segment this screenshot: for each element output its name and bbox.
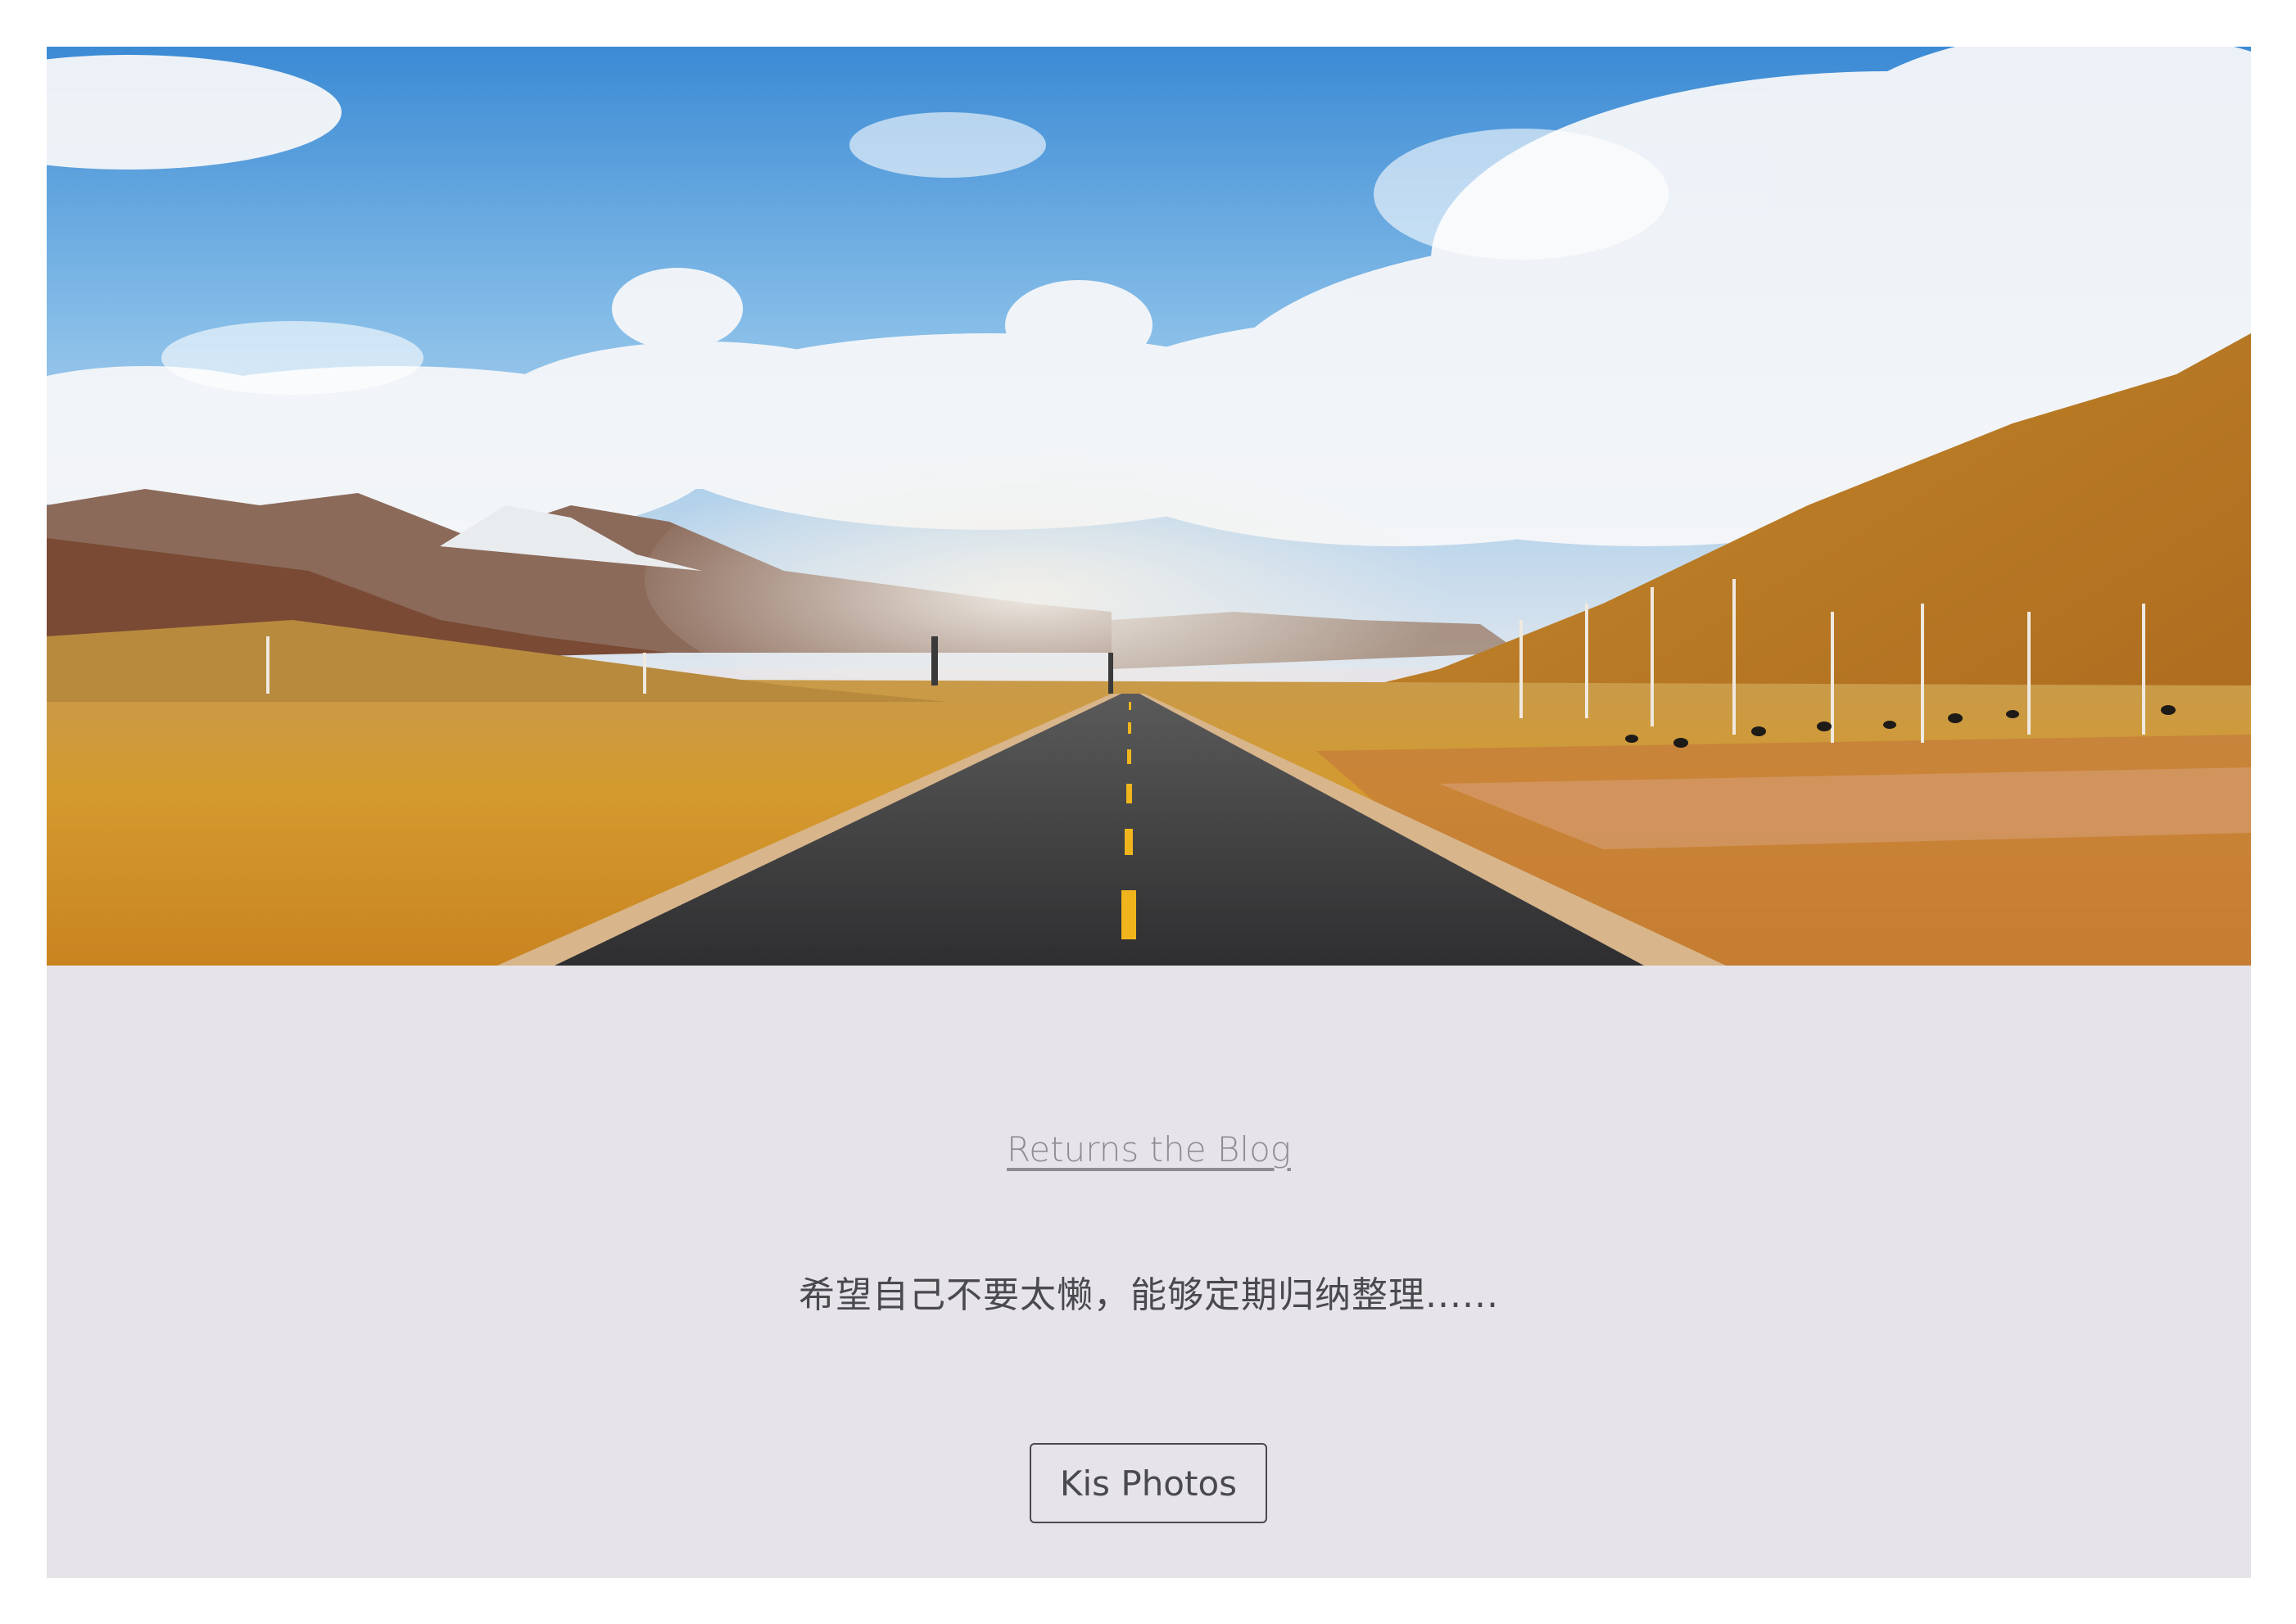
returns-blog-link[interactable]: Returns the Blog [47, 1129, 2251, 1169]
tagline-text: 希望自己不要太懒，能够定期归纳整理...... [799, 1274, 1499, 1316]
road-landscape-illustration [47, 47, 2251, 966]
kis-photos-button[interactable]: Kis Photos [1030, 1443, 1267, 1523]
content-section: Returns the Blog 希望自己不要太懒，能够定期归纳整理......… [47, 966, 2251, 1578]
page-card: Returns the Blog 希望自己不要太懒，能够定期归纳整理......… [47, 47, 2251, 1578]
hero-image [47, 47, 2251, 966]
